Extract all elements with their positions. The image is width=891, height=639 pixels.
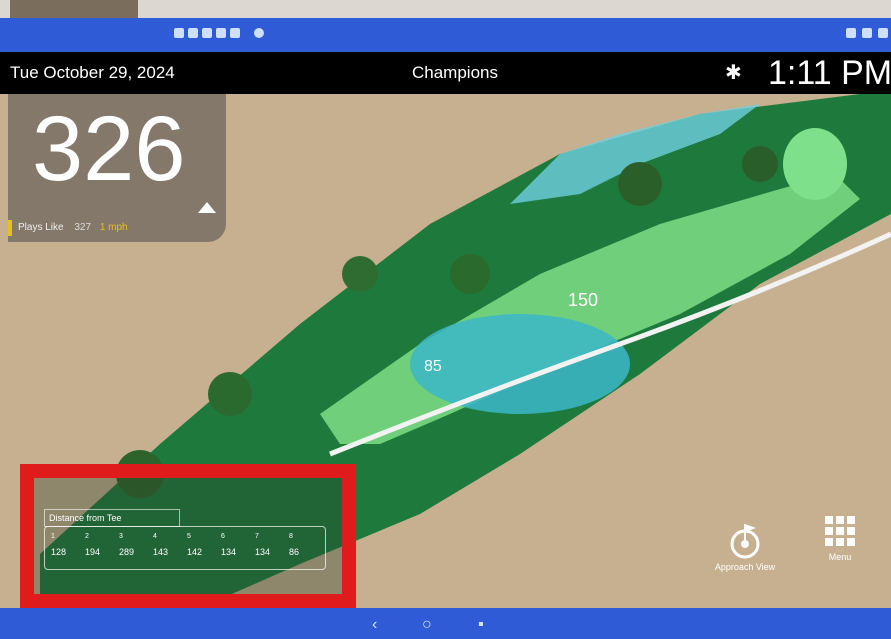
status-icon (216, 28, 226, 38)
clock-time: 1:11 PM (768, 54, 891, 92)
app-header: Tue October 29, 2024 Champions ✱ 1:11 PM (0, 52, 891, 94)
tee-value: 143 (153, 547, 169, 557)
tree (618, 162, 662, 206)
plays-like-unit: 1 mph (99, 222, 128, 233)
distance-card: 326 Plays Like 327 1 mph (8, 94, 226, 242)
approach-view-icon (730, 524, 760, 559)
distance-from-tee-title: Distance from Tee (44, 509, 180, 527)
tee-index: 4 (153, 533, 157, 540)
tee-index: 2 (85, 533, 89, 540)
back-icon[interactable]: ‹ (372, 616, 377, 634)
status-icon (862, 28, 872, 38)
tee-value: 289 (119, 547, 135, 557)
status-icon (846, 28, 856, 38)
tree (450, 254, 490, 294)
tee-index: 1 (51, 533, 55, 540)
tee-index: 5 (187, 533, 191, 540)
course-name: Champions (412, 63, 498, 82)
status-icon (202, 28, 212, 38)
tee-value: 194 (85, 547, 101, 557)
grid-menu-icon (825, 516, 855, 546)
tree (342, 256, 378, 292)
approach-view-label: Approach View (714, 562, 776, 572)
tee-value: 142 (187, 547, 203, 557)
green (783, 128, 847, 200)
water-hazard (410, 314, 630, 414)
tee-index: 8 (289, 533, 293, 540)
menu-label: Menu (828, 552, 852, 562)
tree (742, 146, 778, 182)
home-icon[interactable]: ○ (422, 616, 432, 634)
status-icon (174, 28, 184, 38)
approach-view-button[interactable]: Approach View (700, 522, 790, 572)
date-label: Tue October 29, 2024 (10, 63, 175, 82)
distance-from-tee-table[interactable]: 1 2 3 4 5 6 7 8 128 194 289 143 142 134 … (44, 526, 326, 570)
tee-value: 134 (221, 547, 237, 557)
triangle-up-icon (198, 202, 216, 213)
tee-index: 7 (255, 533, 259, 540)
tee-index: 3 (119, 533, 123, 540)
tee-value: 134 (255, 547, 271, 557)
yardage-marker-85: 85 (424, 358, 442, 375)
status-icon (230, 28, 240, 38)
bluetooth-icon: ✱ (725, 62, 742, 84)
system-thumbnail (10, 0, 138, 18)
tee-value: 128 (51, 547, 67, 557)
yardage-marker-150: 150 (568, 290, 599, 310)
distance-to-pin: 326 (32, 98, 186, 200)
status-icon (188, 28, 198, 38)
system-top-strip (0, 0, 891, 18)
android-nav-bar: ‹ ○ ▪ (0, 608, 891, 639)
tee-value: 86 (289, 547, 300, 557)
plays-like-value: 327 (74, 222, 92, 233)
tee-index-row: 1 2 3 4 5 6 7 8 (51, 533, 323, 540)
tee-index: 6 (221, 533, 225, 540)
plays-like-label: Plays Like (18, 222, 64, 233)
recents-icon[interactable]: ▪ (478, 616, 484, 634)
menu-button[interactable]: Menu (808, 516, 872, 562)
android-status-bar (0, 18, 891, 52)
status-icon (878, 28, 888, 38)
tee-value-row: 128 194 289 143 142 134 134 86 (51, 547, 323, 557)
tree (208, 372, 252, 416)
plays-like-row: Plays Like 327 1 mph (8, 220, 218, 236)
status-dot-icon (254, 28, 264, 38)
